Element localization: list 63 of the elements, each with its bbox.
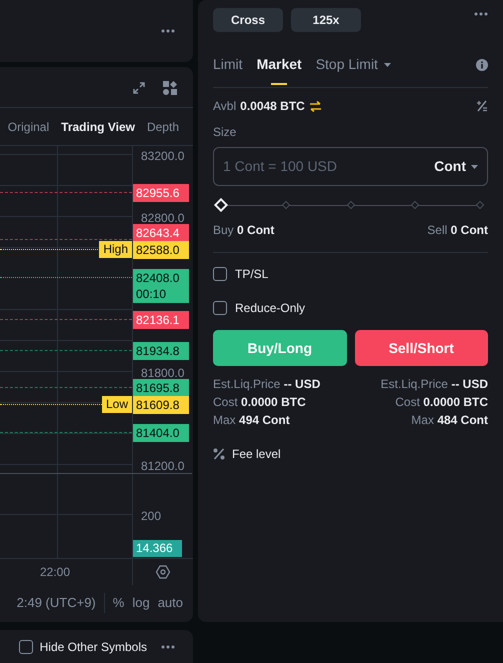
- option-label[interactable]: TP/SL: [235, 265, 268, 283]
- available-value: 0.0048 BTC: [240, 98, 305, 115]
- price-tag: 81695.8: [133, 379, 189, 397]
- price-tag: 82955.6: [133, 184, 189, 202]
- size-input-field[interactable]: 1 Cont = 100 USD Cont: [213, 147, 488, 186]
- buy-amount: Buy 0 Cont: [213, 222, 274, 239]
- price-tag: 81404.0: [133, 424, 189, 442]
- checkbox[interactable]: [213, 301, 227, 315]
- order-type-tab[interactable]: Stop Limit: [316, 42, 391, 87]
- log-toggle[interactable]: log: [132, 593, 150, 613]
- price-tag: 81934.8: [133, 342, 189, 360]
- timezone-clock[interactable]: 2:49 (UTC+9): [16, 593, 96, 613]
- leverage-button[interactable]: 125x: [291, 8, 361, 32]
- margin-mode-button[interactable]: Cross: [213, 8, 283, 32]
- percent-toggle[interactable]: %: [112, 593, 124, 613]
- price-axis-label: 81800.0: [141, 365, 184, 382]
- caret-icon: [471, 164, 478, 168]
- available-label: Avbl: [213, 98, 236, 115]
- percent-icon[interactable]: [476, 100, 488, 112]
- order-summary-row-text: Est.Liq.Price -- USD: [380, 376, 488, 393]
- order-summary-row-text: Max 494 Cont: [213, 412, 291, 429]
- checkbox-label[interactable]: Hide Other Symbols: [40, 638, 147, 656]
- price-marker-label: Low: [102, 396, 132, 413]
- checkbox[interactable]: [213, 267, 227, 281]
- size-label: Size: [213, 124, 238, 141]
- time-axis-label: 22:00: [40, 564, 70, 581]
- volume-tag: 14.366: [133, 540, 182, 557]
- sell-short-button[interactable]: Sell/Short: [354, 330, 488, 366]
- price-tag: 82588.0: [133, 241, 189, 259]
- percent-icon: [213, 448, 225, 460]
- price-tag: 82408.0 00:10: [133, 269, 189, 303]
- fee-level-link[interactable]: Fee level: [232, 445, 281, 463]
- order-summary-row-text: Est.Liq.Price -- USD: [213, 376, 320, 393]
- price-tag: 82643.4: [133, 224, 189, 242]
- info-icon[interactable]: [476, 58, 488, 70]
- order-summary-row-text: Max 484 Cont: [411, 412, 488, 429]
- caret-icon: [384, 62, 391, 66]
- sell-amount: Sell 0 Cont: [427, 222, 488, 239]
- order-type-tab[interactable]: Market: [256, 42, 302, 87]
- unit-dropdown[interactable]: Cont: [434, 156, 478, 177]
- expand-icon[interactable]: [133, 82, 145, 94]
- view-tab[interactable]: Trading View: [61, 118, 135, 136]
- order-summary-row-text: Cost 0.0000 BTC: [395, 394, 488, 411]
- price-axis-label: 81200.0: [141, 458, 184, 475]
- widgets-icon[interactable]: [163, 81, 177, 95]
- price-marker-label: High: [99, 241, 132, 258]
- option-label[interactable]: Reduce-Only: [235, 299, 306, 317]
- order-summary-row-text: Cost 0.0000 BTC: [213, 394, 307, 411]
- price-axis-label: 82800.0: [141, 210, 184, 227]
- view-tab[interactable]: Original: [8, 118, 50, 136]
- price-tag: 82136.1: [133, 311, 189, 329]
- more-icon[interactable]: [161, 644, 175, 648]
- checkbox[interactable]: [18, 640, 33, 654]
- more-icon[interactable]: [161, 29, 175, 33]
- auto-toggle[interactable]: auto: [158, 593, 183, 613]
- settings-icon[interactable]: [156, 565, 170, 579]
- view-tab[interactable]: Depth: [146, 118, 179, 136]
- more-icon[interactable]: [474, 12, 488, 16]
- price-axis-label: 83200.0: [141, 148, 184, 165]
- price-tag: 81609.8: [133, 396, 189, 414]
- volume-axis-label: 200: [141, 508, 162, 525]
- order-type-tab[interactable]: Limit: [213, 42, 243, 87]
- swap-icon[interactable]: [308, 100, 322, 112]
